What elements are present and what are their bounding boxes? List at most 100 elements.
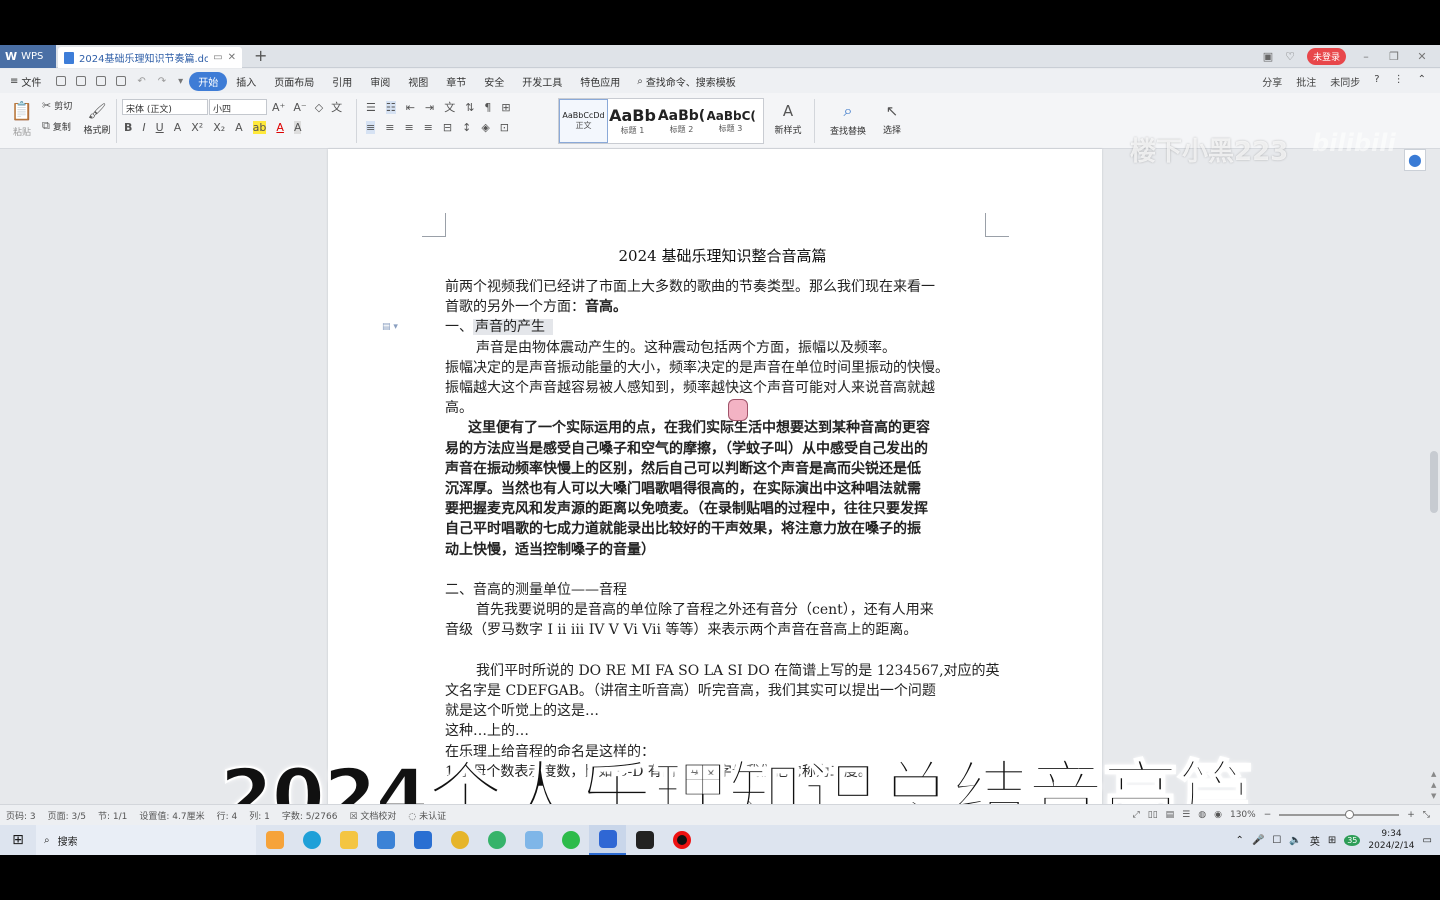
outdent-icon[interactable]: ⇤	[406, 101, 415, 114]
status-proof[interactable]: ☒ 文档校对	[343, 809, 402, 822]
shrink-font-icon[interactable]: A⁻	[293, 101, 306, 114]
copy-button[interactable]: ⧉ 复制	[42, 119, 71, 133]
tab-developer[interactable]: 开发工具	[513, 74, 571, 89]
style-heading-3[interactable]: AaBbC( 标题 3	[706, 99, 755, 143]
zoom-slider-knob[interactable]	[1345, 810, 1355, 819]
strikethrough-icon[interactable]: A	[174, 121, 182, 134]
fullscreen-icon[interactable]: ⤢	[1133, 810, 1140, 820]
taskbar-edge[interactable]	[293, 825, 330, 855]
window-layout-icon[interactable]: ▣	[1263, 50, 1273, 63]
numbered-list-icon[interactable]: ☷	[385, 100, 396, 114]
tab-security[interactable]: 安全	[475, 74, 513, 89]
tab-page-layout[interactable]: 页面布局	[265, 74, 323, 89]
bold-icon[interactable]: B	[124, 121, 132, 134]
taskbar-search[interactable]: ⌕ 搜索	[36, 825, 256, 855]
char-shading-icon[interactable]: A	[293, 121, 302, 134]
keyboard-icon[interactable]: ⊞	[1328, 835, 1336, 846]
align-center-icon[interactable]: ≡	[385, 121, 394, 134]
close-window-icon[interactable]: ✕	[1414, 50, 1430, 63]
share-button[interactable]: 分享	[1262, 74, 1282, 89]
vertical-scrollbar-thumb[interactable]	[1430, 451, 1438, 513]
tab-view[interactable]: 视图	[399, 74, 437, 89]
taskbar-capcut[interactable]	[626, 825, 663, 855]
line-spacing-icon[interactable]: ↕	[462, 121, 471, 134]
table-layout-icon[interactable]: ⊞	[501, 101, 510, 114]
tab-features[interactable]: 特色应用	[571, 74, 629, 89]
tab-pin-icon[interactable]: ▭	[213, 52, 222, 63]
page-view-icon[interactable]: ▤	[1166, 810, 1175, 820]
undo-icon[interactable]: ↶	[137, 76, 145, 87]
start-button[interactable]: ⊞	[0, 832, 36, 848]
taskbar-app-green[interactable]	[478, 825, 515, 855]
status-section[interactable]: 节: 1/1	[92, 809, 133, 822]
taskbar-chrome[interactable]	[441, 825, 478, 855]
status-page[interactable]: 页码: 3	[0, 809, 42, 822]
indent-icon[interactable]: ⇥	[425, 101, 434, 114]
cut-button[interactable]: ✂ 剪切	[42, 99, 72, 112]
font-name-select[interactable]: 宋体 (正文)	[122, 99, 208, 115]
help-icon[interactable]: ?	[1374, 74, 1379, 89]
paste-button[interactable]: 📋 粘贴	[8, 99, 36, 139]
align-left-icon[interactable]: ≡	[366, 121, 376, 134]
superscript-icon[interactable]: X²	[191, 121, 203, 134]
paragraph-menu-icon[interactable]: ▤ ▾	[382, 322, 398, 332]
status-pages[interactable]: 页面: 3/5	[42, 809, 92, 822]
style-heading-2[interactable]: AaBb( 标题 2	[657, 99, 706, 143]
status-col[interactable]: 列: 1	[243, 809, 276, 822]
speaker-icon[interactable]: 🔈	[1289, 835, 1301, 846]
quick-access-more-icon[interactable]: ▾	[178, 76, 183, 87]
outline-view-icon[interactable]: ☰	[1182, 810, 1190, 820]
font-size-select[interactable]: 小四	[209, 99, 267, 115]
document-area[interactable]: 2024 基础乐理知识整合音高篇 ▤ ▾ 前两个视频我们已经讲了市面上大多数的歌…	[0, 149, 1440, 849]
reading-mode-icon[interactable]: ▯▯	[1148, 810, 1158, 820]
fit-page-icon[interactable]: ⤡	[1423, 810, 1430, 820]
tray-expand-icon[interactable]: ⌃	[1236, 835, 1244, 846]
status-cert[interactable]: ◌ 未认证	[402, 809, 452, 822]
style-heading-1[interactable]: AaBb 标题 1	[608, 99, 657, 143]
tab-insert[interactable]: 插入	[227, 74, 265, 89]
text-effect-icon[interactable]: A	[235, 121, 243, 134]
comment-button[interactable]: 批注	[1296, 74, 1316, 89]
skin-icon[interactable]: ♡	[1285, 50, 1295, 63]
tab-home[interactable]: 开始	[189, 71, 228, 91]
eye-protect-icon[interactable]: ◉	[1214, 810, 1222, 820]
underline-icon[interactable]: U	[156, 121, 164, 134]
phonetic-icon[interactable]: 文	[331, 99, 342, 115]
distribute-icon[interactable]: ⊟	[443, 121, 452, 134]
taskbar-mail[interactable]	[404, 825, 441, 855]
taskbar-ms-store[interactable]	[367, 825, 404, 855]
status-setting[interactable]: 设置值: 4.7厘米	[133, 809, 210, 822]
tab-references[interactable]: 引用	[323, 74, 361, 89]
microphone-icon[interactable]: 🎤	[1252, 835, 1264, 846]
ime-indicator[interactable]: 英	[1310, 833, 1320, 848]
action-center-icon[interactable]: ▭	[1423, 835, 1432, 846]
tab-chapter[interactable]: 章节	[437, 74, 475, 89]
taskbar-explorer[interactable]	[330, 825, 367, 855]
clock[interactable]: 9:34 2024/2/14	[1368, 828, 1414, 852]
zoom-slider[interactable]	[1279, 810, 1400, 819]
taskbar-wps[interactable]	[589, 825, 626, 855]
bullet-list-icon[interactable]: ☰	[366, 101, 376, 114]
command-search[interactable]: ⌕ 查找命令、搜索模板	[629, 74, 744, 89]
location-pin-icon[interactable]: ⬤	[1404, 149, 1426, 171]
chinese-layout-icon[interactable]: 文	[444, 99, 455, 115]
grow-font-icon[interactable]: A⁺	[272, 101, 285, 114]
taskbar-wechat[interactable]	[552, 825, 589, 855]
network-icon[interactable]: ☐	[1272, 835, 1281, 846]
new-tab-button[interactable]: +	[254, 46, 267, 65]
show-marks-icon[interactable]: ¶	[484, 101, 491, 114]
find-replace-button[interactable]: ⌕ 查找替换	[826, 99, 870, 139]
taskbar-app-store[interactable]	[256, 825, 293, 855]
minimize-icon[interactable]: –	[1358, 50, 1374, 63]
more-icon[interactable]: ⋮	[1394, 74, 1404, 89]
save-icon[interactable]	[56, 76, 67, 86]
document-tab[interactable]: 2024基础乐理知识节奏篇.docx ▭ ✕	[58, 47, 242, 68]
shading-icon[interactable]: ◈	[481, 121, 489, 134]
font-color-icon[interactable]: A	[276, 121, 284, 134]
status-words[interactable]: 字数: 5/2766	[276, 809, 344, 822]
border-icon[interactable]: ⊡	[500, 121, 509, 134]
style-normal[interactable]: AaBbCcDd 正文	[559, 99, 608, 143]
justify-icon[interactable]: ≡	[424, 121, 433, 134]
clear-format-icon[interactable]: ◇	[315, 101, 323, 114]
login-badge[interactable]: 未登录	[1306, 48, 1346, 65]
